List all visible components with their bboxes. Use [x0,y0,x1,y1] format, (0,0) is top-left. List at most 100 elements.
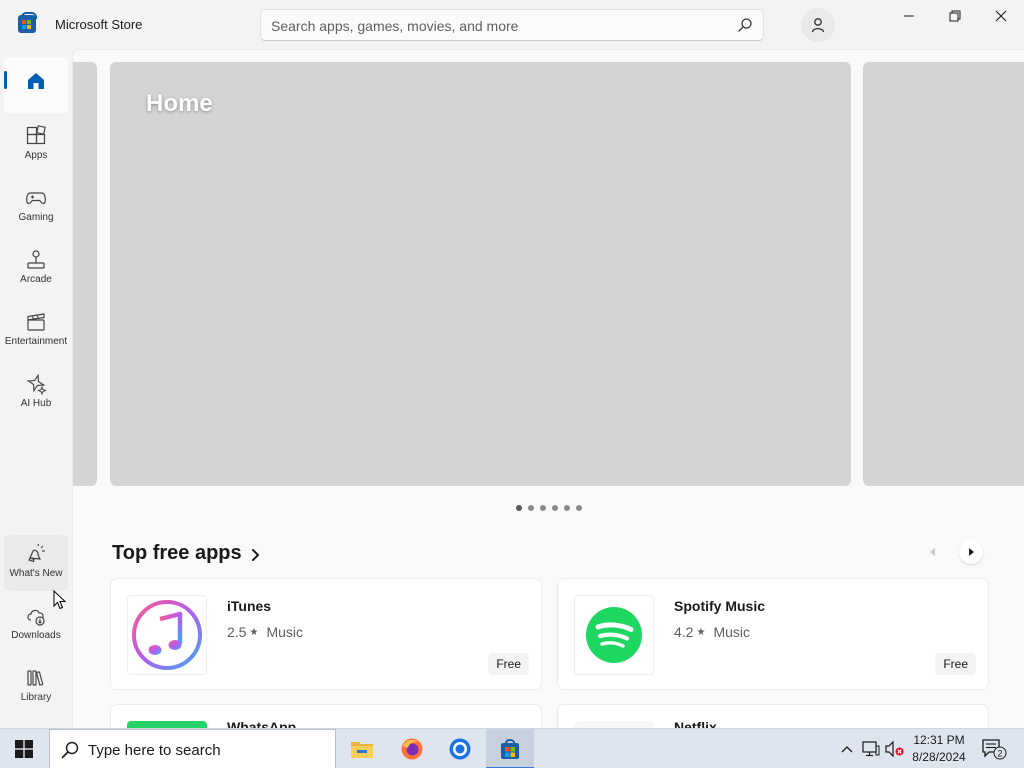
hero-pagination [516,505,582,511]
netflix-icon [574,721,654,728]
app-card-netflix[interactable]: Netflix [557,704,989,728]
mouse-cursor-icon [53,590,67,610]
spotify-icon [586,607,642,663]
megaphone-icon [28,543,45,563]
microsoft-store-icon [501,739,519,759]
home-icon [28,73,44,89]
taskbar: 12:31 PM 8/28/2024 2 [0,728,1024,768]
account-button[interactable] [801,8,835,42]
hero-card[interactable]: Home [110,62,851,486]
pagination-dot[interactable] [564,505,570,511]
restore-icon [949,10,961,22]
app-name: Spotify Music [674,598,766,614]
show-hidden-icons-button[interactable] [836,729,858,768]
microsoft-store-logo-icon [18,12,37,33]
sidebar-item-label: Downloads [11,630,61,641]
pagination-dot[interactable] [528,505,534,511]
network-button[interactable] [860,729,882,768]
minimize-icon [904,15,914,17]
app-category: Music [266,624,303,640]
sidebar-item-home[interactable] [4,57,68,113]
price-badge[interactable]: Free [935,653,976,675]
sidebar-item-label: Gaming [18,212,54,223]
notification-icon: 2 [982,739,1007,760]
sidebar-item-label: Entertainment [4,336,68,347]
file-explorer-icon [351,742,373,758]
ai-sparkle-icon [26,373,47,395]
pagination-dot[interactable] [552,505,558,511]
carousel-next-button[interactable] [959,540,983,564]
start-button[interactable] [0,729,48,768]
app-meta: 4.2 ★ Music [674,624,750,640]
app-category: Music [713,624,750,640]
windows-logo-icon [15,740,33,758]
hero-card-next[interactable] [863,62,1024,486]
sidebar-item-whats-new[interactable]: What's New [4,535,68,591]
taskbar-app-microsoft-store[interactable] [486,729,534,768]
sidebar-item-label: Apps [24,150,48,161]
gamepad-icon [26,192,46,205]
caret-left-icon [930,548,935,556]
pagination-dot[interactable] [576,505,582,511]
pagination-dot[interactable] [516,505,522,511]
app-rating: 2.5 [227,624,247,640]
firefox-icon [401,738,423,760]
section-header-top-free-apps[interactable]: Top free apps [112,542,261,565]
search-icon[interactable] [737,17,753,33]
sidebar-item-label: Library [20,692,52,703]
sidebar-item-label: AI Hub [20,398,52,409]
close-button[interactable] [978,0,1024,32]
page-title: Home [146,90,213,117]
selection-indicator [4,71,7,89]
taskbar-clock[interactable]: 12:31 PM 8/28/2024 [906,732,972,766]
app-icon-container [127,595,207,675]
sidebar-item-gaming[interactable]: Gaming [4,179,68,235]
notification-center-button[interactable]: 2 [978,729,1010,768]
joystick-icon [27,250,45,269]
restore-button[interactable] [932,0,978,32]
search-bar[interactable] [260,9,764,41]
person-icon [811,18,825,33]
sidebar-item-ai-hub[interactable]: AI Hub [4,365,68,421]
cloud-download-icon [27,609,45,626]
chevron-up-icon [841,746,853,753]
network-icon [862,741,880,757]
sidebar-item-arcade[interactable]: Arcade [4,241,68,297]
caret-right-icon [969,548,974,556]
taskbar-search-input[interactable] [88,739,328,761]
minimize-button[interactable] [886,0,932,32]
star-icon: ★ [249,626,259,638]
taskbar-app-file-explorer[interactable] [338,729,386,768]
taskbar-app-chrome[interactable] [436,729,484,768]
app-card-itunes[interactable]: iTunes 2.5 ★ Music Free [110,578,542,690]
section-title: Top free apps [112,542,242,564]
hero-card-previous[interactable] [73,62,97,486]
app-card-spotify[interactable]: Spotify Music 4.2 ★ Music Free [557,578,989,690]
close-icon [995,10,1007,22]
app-card-whatsapp[interactable]: WhatsApp [110,704,542,728]
app-title: Microsoft Store [55,17,143,32]
taskbar-search-box[interactable] [49,729,336,768]
search-input[interactable] [271,16,721,36]
app-icon-container [574,595,654,675]
price-badge[interactable]: Free [488,653,529,675]
chrome-icon [449,738,471,760]
app-name: WhatsApp [227,719,297,728]
app-name: Netflix [674,719,717,728]
volume-button[interactable] [884,729,906,768]
chevron-right-icon [251,548,259,561]
sidebar-item-library[interactable]: Library [4,659,68,715]
itunes-icon [132,600,202,670]
sidebar-item-entertainment[interactable]: Entertainment [4,303,68,359]
clapperboard-icon [27,313,45,331]
app-name: iTunes [227,598,272,614]
search-icon [61,741,79,759]
star-icon: ★ [696,626,706,638]
sidebar: Apps Gaming Arcade Entertainment AI Hub … [0,49,72,728]
carousel-prev-button[interactable] [921,540,945,564]
taskbar-app-firefox[interactable] [388,729,436,768]
main-content: Home Top free apps iTunes 2.5 ★ Music Fr… [72,49,1024,728]
sidebar-item-apps[interactable]: Apps [4,117,68,173]
whatsapp-icon [127,721,207,728]
pagination-dot[interactable] [540,505,546,511]
